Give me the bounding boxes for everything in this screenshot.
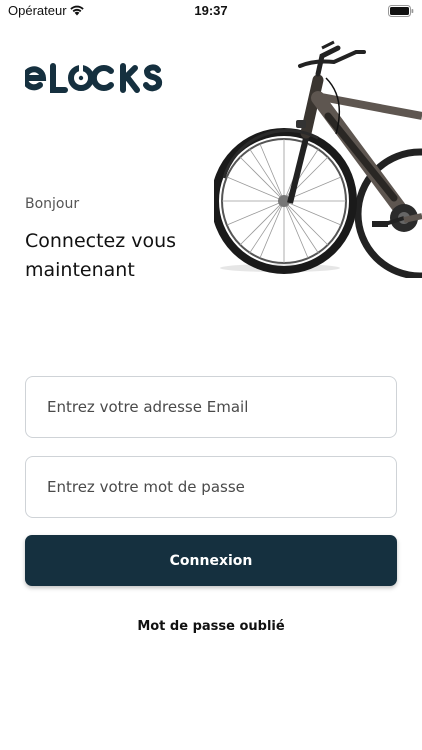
- greeting-text: Bonjour: [25, 196, 80, 212]
- page-title: Connectez vous maintenant: [25, 230, 177, 281]
- password-input[interactable]: [26, 457, 396, 517]
- status-bar: Opérateur 19:37: [0, 0, 422, 22]
- forgot-password-link[interactable]: Mot de passe oublié: [0, 619, 422, 634]
- brand-logo: [22, 62, 167, 98]
- status-time: 19:37: [194, 3, 228, 18]
- login-button[interactable]: Connexion: [25, 535, 397, 586]
- bike-image: [211, 38, 422, 282]
- battery-icon: [388, 5, 414, 21]
- password-field[interactable]: [25, 456, 397, 518]
- email-field[interactable]: [25, 376, 397, 438]
- email-input[interactable]: [26, 377, 396, 437]
